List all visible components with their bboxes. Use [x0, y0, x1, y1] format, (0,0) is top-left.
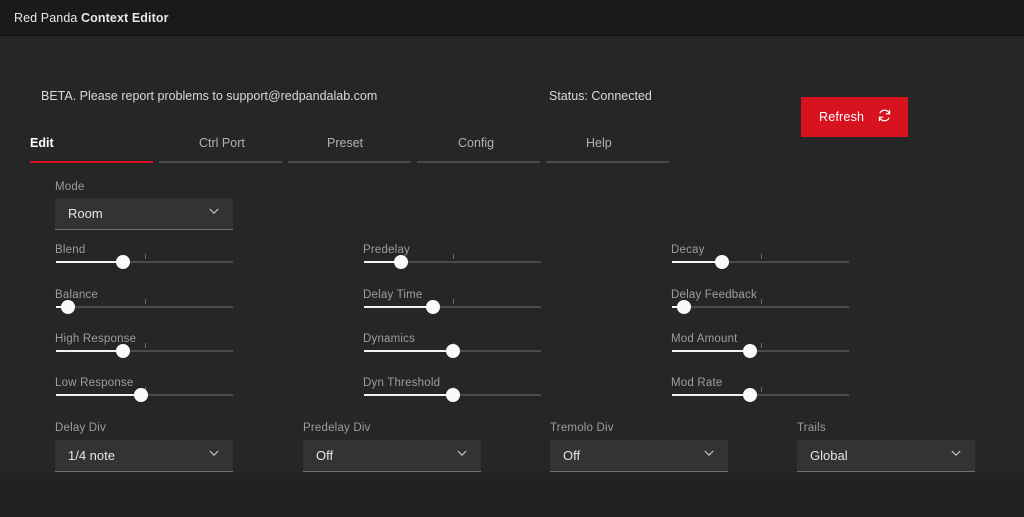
slider-track: [672, 306, 849, 308]
refresh-button[interactable]: Refresh: [801, 97, 908, 137]
slider-fill: [56, 394, 141, 396]
delay-div-select[interactable]: 1/4 note: [55, 440, 233, 472]
slider-dyn-threshold[interactable]: [364, 387, 541, 403]
slider-thumb[interactable]: [445, 388, 460, 402]
tab-help-label: Help: [586, 136, 612, 150]
slider-thumb[interactable]: [677, 300, 692, 314]
slider-thumb[interactable]: [394, 255, 409, 269]
delay-div-value: 1/4 note: [68, 448, 115, 463]
slider-center-tick: [144, 343, 146, 348]
slider-dynamics[interactable]: [364, 343, 541, 359]
app-title-prefix: Red Panda: [14, 10, 82, 25]
connection-status: Status: Connected: [549, 89, 652, 103]
mode-select-value: Room: [68, 206, 103, 221]
slider-thumb[interactable]: [61, 300, 76, 314]
tab-ctrl-port-underline: [159, 161, 282, 163]
tab-bar[interactable]: Edit Ctrl Port Preset Config Help: [30, 136, 675, 163]
slider-fill: [364, 306, 434, 308]
slider-fill: [672, 394, 750, 396]
slider-thumb[interactable]: [742, 388, 757, 402]
chevron-down-icon: [455, 446, 469, 465]
delay-div-label: Delay Div: [55, 422, 107, 434]
tab-ctrl-port[interactable]: Ctrl Port: [159, 136, 288, 163]
slider-center-tick: [760, 254, 762, 259]
tab-config[interactable]: Config: [417, 136, 546, 163]
slider-track: [56, 306, 233, 308]
tab-help-underline: [546, 161, 669, 163]
slider-mod-amount[interactable]: [672, 343, 849, 359]
tab-ctrl-port-label: Ctrl Port: [199, 136, 245, 150]
slider-thumb[interactable]: [116, 255, 131, 269]
chevron-down-icon: [949, 446, 963, 465]
app-title-main: Context Editor: [81, 10, 169, 25]
slider-center-tick: [144, 299, 146, 304]
chevron-down-icon: [702, 446, 716, 465]
tab-config-underline: [417, 161, 540, 163]
tremolo-div-select[interactable]: Off: [550, 440, 728, 472]
status-row: BETA. Please report problems to support@…: [0, 36, 1024, 137]
chevron-down-icon: [207, 446, 221, 465]
slider-thumb[interactable]: [426, 300, 441, 314]
slider-center-tick: [452, 254, 454, 259]
tab-preset-underline: [288, 161, 411, 163]
predelay-div-label: Predelay Div: [303, 422, 371, 434]
slider-blend[interactable]: [56, 254, 233, 270]
slider-center-tick: [144, 254, 146, 259]
slider-center-tick: [760, 299, 762, 304]
slider-fill: [56, 350, 124, 352]
slider-fill: [672, 350, 750, 352]
refresh-button-label: Refresh: [819, 110, 865, 124]
predelay-div-select[interactable]: Off: [303, 440, 481, 472]
slider-delay-feedback[interactable]: [672, 299, 849, 315]
tab-edit-label: Edit: [30, 136, 54, 150]
tab-edit[interactable]: Edit: [30, 136, 159, 163]
tab-edit-underline: [30, 161, 153, 163]
slider-delay-time[interactable]: [364, 299, 541, 315]
slider-high-response[interactable]: [56, 343, 233, 359]
tab-help[interactable]: Help: [546, 136, 675, 163]
slider-fill: [364, 350, 453, 352]
mode-select[interactable]: Room: [55, 198, 233, 230]
tab-preset[interactable]: Preset: [288, 136, 417, 163]
main-panel: BETA. Please report problems to support@…: [0, 36, 1024, 473]
slider-fill: [56, 261, 124, 263]
slider-center-tick: [760, 387, 762, 392]
slider-mod-rate[interactable]: [672, 387, 849, 403]
refresh-icon: [877, 108, 892, 126]
mode-label: Mode: [55, 181, 85, 193]
slider-thumb[interactable]: [445, 344, 460, 358]
slider-thumb[interactable]: [742, 344, 757, 358]
tremolo-div-value: Off: [563, 448, 581, 463]
beta-notice: BETA. Please report problems to support@…: [41, 89, 378, 103]
title-bar: Red Panda Context Editor: [0, 0, 1024, 36]
slider-low-response[interactable]: [56, 387, 233, 403]
slider-center-tick: [760, 343, 762, 348]
slider-balance[interactable]: [56, 299, 233, 315]
trails-select[interactable]: Global: [797, 440, 975, 472]
app-title: Red Panda Context Editor: [14, 11, 169, 25]
footer-area: [0, 473, 1024, 517]
slider-thumb[interactable]: [133, 388, 148, 402]
chevron-down-icon: [207, 204, 221, 223]
slider-fill: [364, 394, 453, 396]
trails-value: Global: [810, 448, 848, 463]
slider-thumb[interactable]: [116, 344, 131, 358]
tremolo-div-label: Tremolo Div: [550, 422, 614, 434]
predelay-div-value: Off: [316, 448, 334, 463]
slider-decay[interactable]: [672, 254, 849, 270]
trails-label: Trails: [797, 422, 826, 434]
slider-thumb[interactable]: [714, 255, 729, 269]
tab-config-label: Config: [458, 136, 495, 150]
slider-predelay[interactable]: [364, 254, 541, 270]
tab-preset-label: Preset: [327, 136, 364, 150]
slider-center-tick: [452, 299, 454, 304]
